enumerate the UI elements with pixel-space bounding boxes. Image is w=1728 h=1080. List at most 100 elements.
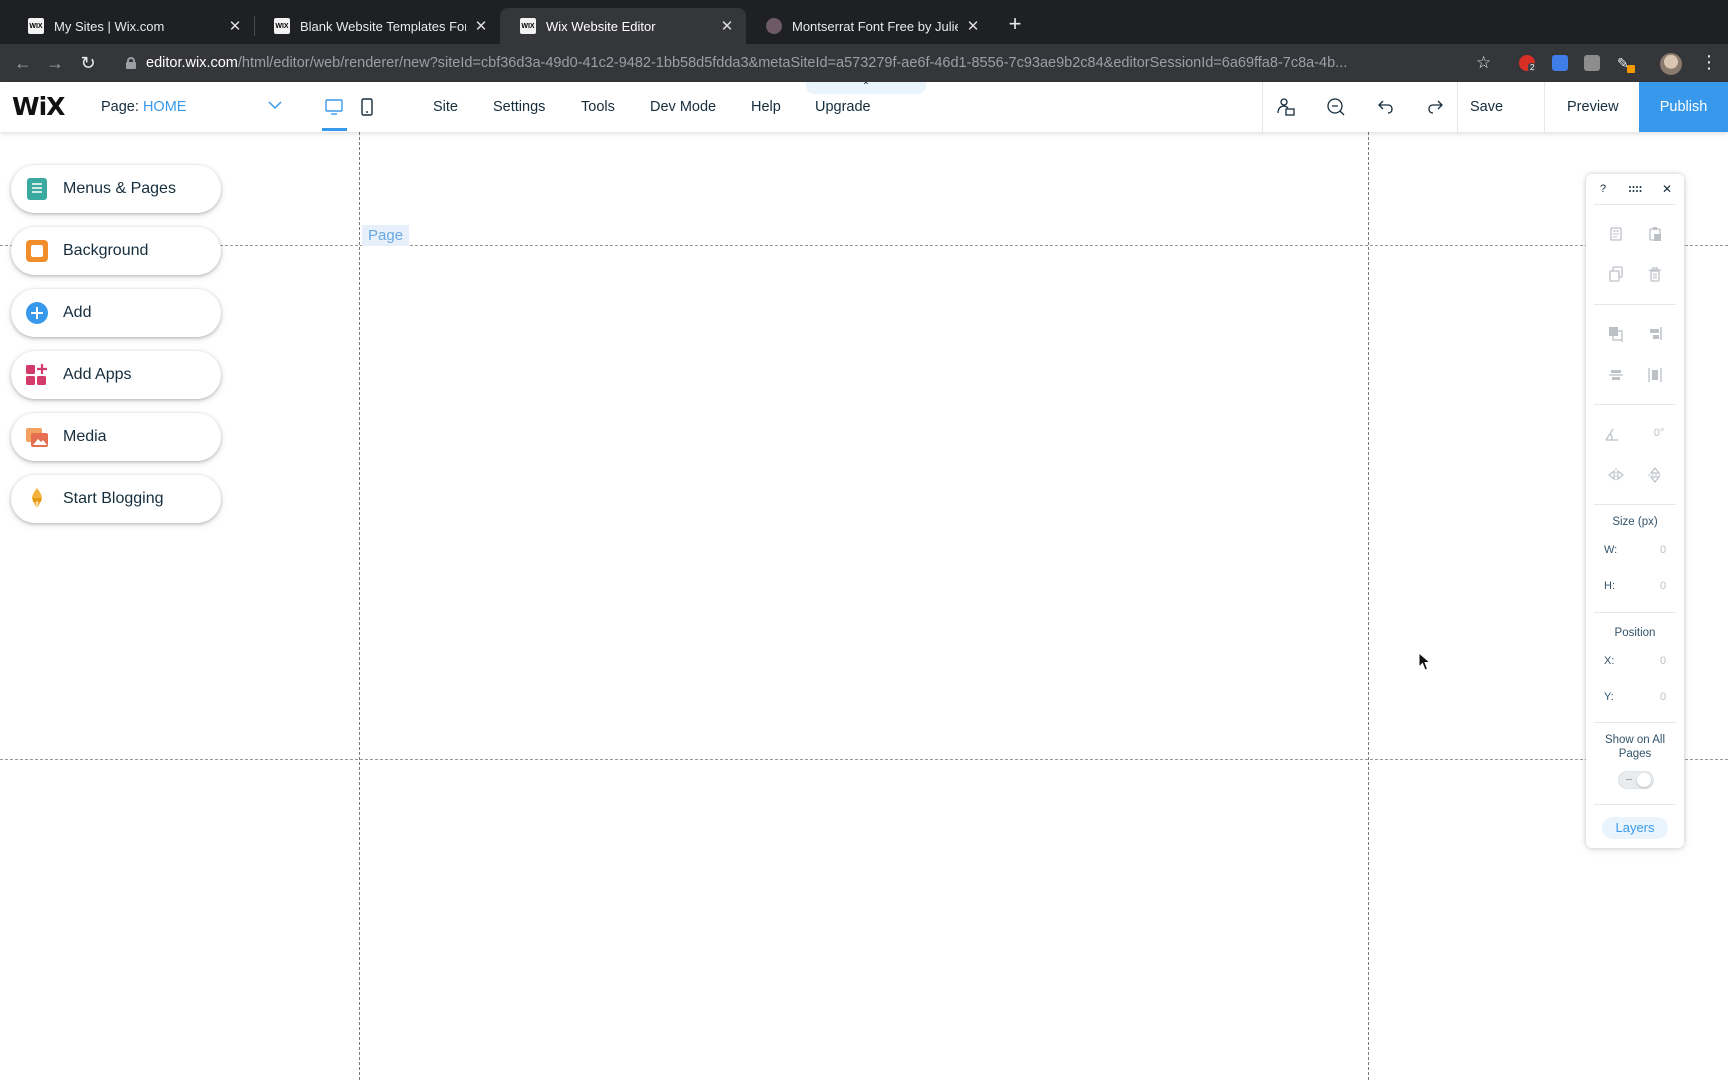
- extension-icon[interactable]: [1584, 55, 1600, 71]
- page-selector[interactable]: Page: HOME: [101, 99, 283, 115]
- divider: [1594, 804, 1676, 805]
- show-on-all-pages-label: Show on All Pages: [1604, 734, 1666, 760]
- header-guide: [0, 245, 1728, 246]
- menus-pages-label: Menus & Pages: [63, 180, 176, 197]
- drag-handle-icon[interactable]: [1627, 181, 1643, 197]
- divider: [1594, 304, 1676, 305]
- browser-tab-strip: WIX My Sites | Wix.com ✕ WIX Blank Websi…: [0, 0, 1728, 44]
- menu-help[interactable]: Help: [751, 99, 781, 115]
- back-icon[interactable]: ←: [12, 52, 34, 74]
- inspector-toolbar: ? ✕ 0° Size (px) W: 0 H: 0 Position X: 0…: [1586, 174, 1684, 848]
- start-blogging-label: Start Blogging: [63, 490, 164, 507]
- page-label: Page: [362, 225, 410, 246]
- y-input[interactable]: 0: [1648, 691, 1678, 703]
- close-tab-icon[interactable]: ✕: [718, 17, 736, 35]
- close-icon[interactable]: ✕: [1659, 181, 1675, 197]
- page-right-guide: [1368, 132, 1369, 1080]
- extension-icon[interactable]: [1552, 55, 1568, 71]
- rotate-icon[interactable]: [1604, 426, 1620, 442]
- desktop-view-icon[interactable]: [323, 96, 345, 118]
- show-on-all-pages-toggle[interactable]: [1618, 771, 1654, 789]
- menu-upgrade[interactable]: Upgrade: [815, 99, 871, 115]
- pencil-extension-icon[interactable]: ✎: [1617, 55, 1635, 73]
- preview-button[interactable]: Preview: [1567, 99, 1619, 115]
- close-tab-icon[interactable]: ✕: [964, 17, 982, 35]
- divider: [1594, 404, 1676, 405]
- help-icon[interactable]: ?: [1595, 181, 1611, 197]
- undo-icon[interactable]: [1375, 96, 1397, 118]
- y-label: Y:: [1604, 691, 1614, 703]
- delete-icon[interactable]: [1647, 266, 1663, 282]
- copy-icon[interactable]: [1608, 226, 1624, 242]
- mobile-view-icon[interactable]: [356, 96, 378, 118]
- inspector-header: ? ✕: [1586, 174, 1684, 204]
- add-apps-button[interactable]: Add Apps: [11, 351, 221, 399]
- duplicate-icon[interactable]: [1608, 266, 1624, 282]
- close-tab-icon[interactable]: ✕: [226, 17, 244, 35]
- save-button[interactable]: Save: [1470, 99, 1503, 115]
- height-input[interactable]: 0: [1648, 580, 1678, 592]
- browser-tab-montserrat[interactable]: Montserrat Font Free by Julieta ✕: [746, 8, 992, 44]
- page-selector-label: Page:: [101, 99, 139, 115]
- browser-tab-blank-templates[interactable]: WIX Blank Website Templates For C ✕: [254, 8, 500, 44]
- divider: [1594, 722, 1676, 723]
- background-button[interactable]: Background: [11, 227, 221, 275]
- redo-icon[interactable]: [1424, 96, 1446, 118]
- divider: [1544, 82, 1545, 132]
- extension-icon[interactable]: 2: [1519, 55, 1537, 72]
- flip-vertical-icon[interactable]: [1647, 467, 1663, 483]
- align-center-icon[interactable]: [1608, 367, 1624, 383]
- extension-badge: 2: [1528, 63, 1537, 72]
- position-title: Position: [1614, 627, 1656, 639]
- wix-favicon-icon: WIX: [274, 18, 290, 34]
- browser-tab-wix-editor[interactable]: WIX Wix Website Editor ✕: [500, 8, 746, 44]
- address-bar[interactable]: editor.wix.com/html/editor/web/renderer/…: [112, 48, 1480, 78]
- distribute-icon[interactable]: [1647, 367, 1663, 383]
- wix-logo[interactable]: WiX: [12, 92, 65, 121]
- collapse-toolbar-handle[interactable]: ⌃: [806, 82, 926, 94]
- x-input[interactable]: 0: [1648, 655, 1678, 667]
- paste-icon[interactable]: [1647, 226, 1663, 242]
- tab-title: Blank Website Templates For C: [300, 18, 466, 34]
- browser-tab-my-sites[interactable]: WIX My Sites | Wix.com ✕: [8, 8, 254, 44]
- start-blogging-button[interactable]: Start Blogging: [11, 475, 221, 523]
- add-label: Add: [63, 304, 92, 321]
- rotation-value[interactable]: 0°: [1644, 427, 1674, 439]
- height-label: H:: [1604, 580, 1615, 592]
- media-icon: [25, 425, 49, 449]
- menu-dev-mode[interactable]: Dev Mode: [650, 99, 716, 115]
- publish-button[interactable]: Publish: [1639, 82, 1728, 132]
- profile-avatar[interactable]: [1660, 53, 1682, 75]
- browser-menu-icon[interactable]: ⋮: [1700, 52, 1718, 73]
- width-input[interactable]: 0: [1648, 544, 1678, 556]
- add-icon: [25, 301, 49, 325]
- menus-pages-button[interactable]: Menus & Pages: [11, 165, 221, 213]
- montserrat-favicon-icon: [766, 18, 782, 34]
- divider: [1594, 204, 1676, 205]
- tab-title: Montserrat Font Free by Julieta: [792, 18, 958, 34]
- flip-horizontal-icon[interactable]: [1608, 467, 1624, 483]
- menu-settings[interactable]: Settings: [493, 99, 545, 115]
- start-blogging-icon: [25, 487, 49, 511]
- screen: WIX My Sites | Wix.com ✕ WIX Blank Websi…: [0, 0, 1728, 1080]
- menu-site[interactable]: Site: [433, 99, 458, 115]
- align-right-icon[interactable]: [1647, 326, 1663, 342]
- menu-tools[interactable]: Tools: [581, 99, 615, 115]
- close-tab-icon[interactable]: ✕: [472, 17, 490, 35]
- arrange-icon[interactable]: [1608, 326, 1624, 343]
- divider: [1594, 504, 1676, 505]
- url-path: /html/editor/web/renderer/new?siteId=cbf…: [237, 55, 1348, 71]
- forward-icon[interactable]: →: [44, 52, 66, 74]
- media-label: Media: [63, 428, 107, 445]
- page-left-guide: [359, 132, 360, 1080]
- editor-canvas[interactable]: Page Menus & Pages Background Add Add Ap…: [0, 132, 1728, 1080]
- reload-icon[interactable]: ↻: [77, 52, 99, 74]
- new-tab-button[interactable]: +: [1003, 12, 1027, 36]
- site-tools-icon[interactable]: [1275, 96, 1297, 118]
- zoom-out-icon[interactable]: [1325, 96, 1347, 118]
- add-button[interactable]: Add: [11, 289, 221, 337]
- bookmark-star-icon[interactable]: ☆: [1476, 53, 1491, 73]
- media-button[interactable]: Media: [11, 413, 221, 461]
- layers-button[interactable]: Layers: [1602, 817, 1668, 839]
- divider: [1457, 82, 1458, 132]
